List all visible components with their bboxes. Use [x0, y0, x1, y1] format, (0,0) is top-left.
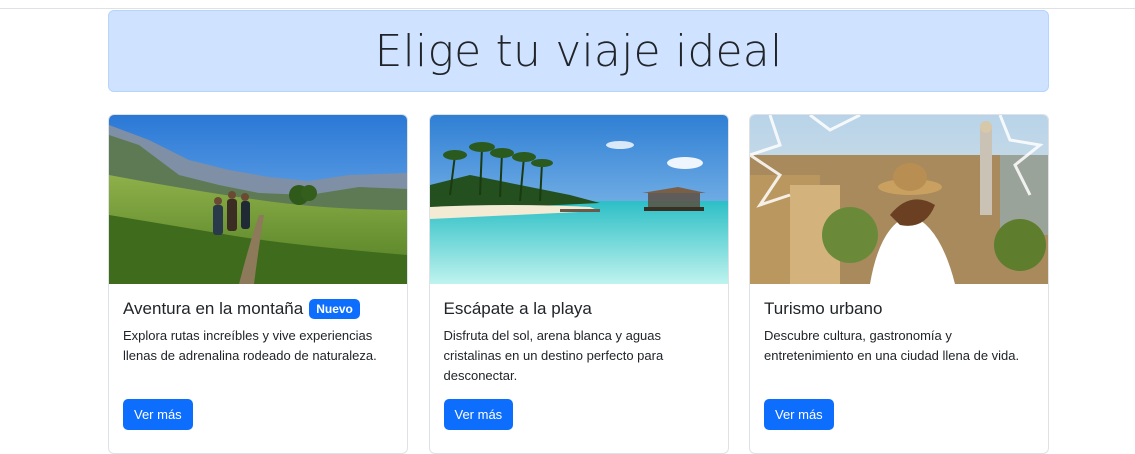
see-more-button[interactable]: Ver más	[443, 399, 514, 430]
top-divider	[0, 8, 1135, 9]
see-more-button[interactable]: Ver más	[764, 399, 834, 430]
card-description: Descubre cultura, gastronomía y entreten…	[764, 328, 1020, 363]
card-grid: Aventura en la montaña Nuevo Explora rut…	[108, 114, 1049, 454]
main-container: Elige tu viaje ideal Aventura en la mont…	[108, 10, 1049, 454]
see-more-button[interactable]: Ver más	[123, 399, 193, 430]
card-title: Turismo urbano	[764, 298, 1034, 320]
card-title: Escápate a la playa	[444, 298, 714, 320]
card-title-text: Aventura en la montaña	[123, 299, 304, 318]
card-body: Turismo urbano Descubre cultura, gastron…	[750, 284, 1048, 366]
card-body: Escápate a la playa Disfruta del sol, ar…	[430, 284, 728, 386]
city-tourist-image	[750, 115, 1048, 284]
card-mountain: Aventura en la montaña Nuevo Explora rut…	[108, 114, 408, 454]
card-body: Aventura en la montaña Nuevo Explora rut…	[109, 284, 407, 366]
mountain-hikers-image	[109, 115, 407, 284]
card-city: Turismo urbano Descubre cultura, gastron…	[749, 114, 1049, 454]
page-title: Elige tu viaje ideal	[374, 25, 783, 77]
hero-banner: Elige tu viaje ideal	[108, 10, 1049, 92]
card-title-text: Escápate a la playa	[443, 299, 592, 318]
card-beach: Escápate a la playa Disfruta del sol, ar…	[428, 114, 729, 454]
card-title-text: Turismo urbano	[764, 299, 883, 318]
card-title: Aventura en la montaña Nuevo	[123, 298, 393, 320]
new-badge: Nuevo	[309, 299, 360, 319]
card-description: Explora rutas increíbles y vive experien…	[123, 328, 377, 363]
tropical-beach-image	[429, 115, 728, 284]
card-description: Disfruta del sol, arena blanca y aguas c…	[443, 328, 664, 383]
